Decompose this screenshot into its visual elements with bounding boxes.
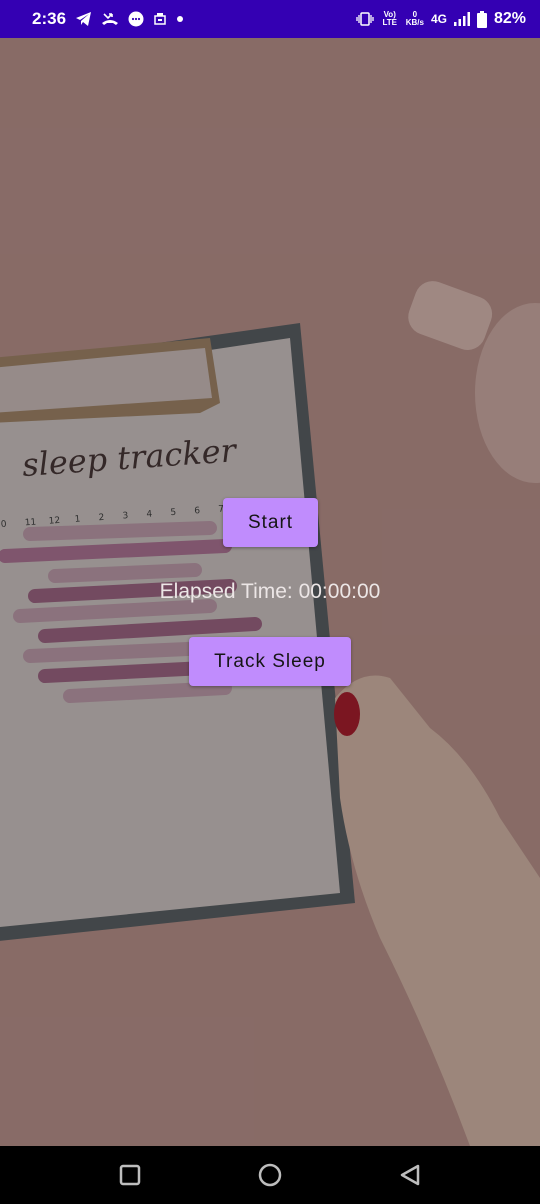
status-bar: 2:36 Vo) LTE 0 KB/s 4G 82% [0,0,540,38]
messages-icon [128,11,144,27]
elapsed-time-label: Elapsed Time: 00:00:00 [159,580,381,603]
vibrate-icon [356,12,374,26]
back-icon[interactable] [399,1164,421,1186]
recent-apps-icon[interactable] [119,1164,141,1186]
battery-icon [476,10,487,28]
status-right: Vo) LTE 0 KB/s 4G 82% [356,10,526,28]
navigation-bar [0,1146,540,1204]
volte-label: Vo) LTE [382,10,397,27]
signal-icon [453,12,470,26]
missed-call-icon [102,13,119,25]
net-speed-unit: KB/s [405,18,424,27]
app-content: sleep tracker 0 11 12 1 2 3 4 5 6 7 8 9 [0,38,540,1146]
telegram-icon [76,12,92,26]
track-sleep-button[interactable]: Track Sleep [189,637,351,686]
notification-icon [154,13,166,25]
start-button[interactable]: Start [223,498,318,547]
status-time: 2:36 [32,9,67,28]
battery-level: 82% [493,10,526,27]
home-icon[interactable] [258,1163,282,1187]
net-speed: 0 KB/s [406,11,424,27]
status-left-icons [76,11,184,27]
network-type: 4G [430,12,447,26]
dot-icon [177,16,184,22]
